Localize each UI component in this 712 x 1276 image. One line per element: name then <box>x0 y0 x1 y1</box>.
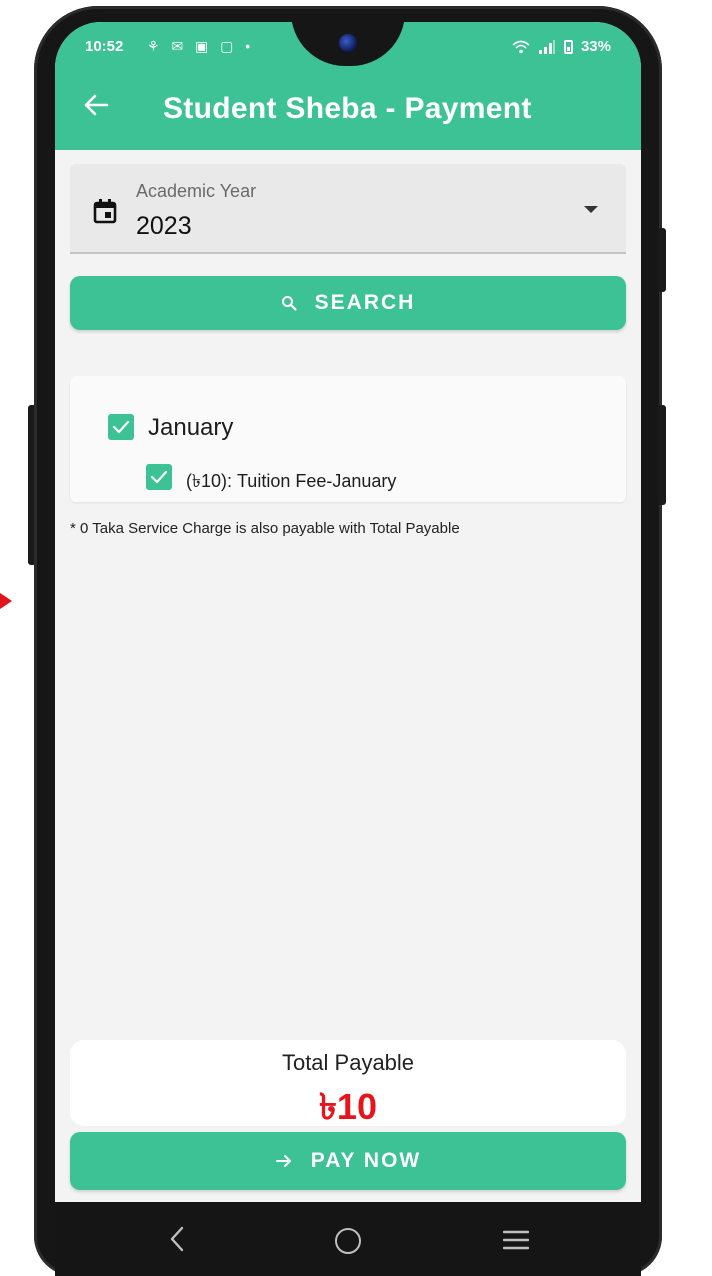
side-button <box>658 405 666 505</box>
calendar-icon <box>93 199 117 224</box>
dropdown-arrow-icon[interactable] <box>584 206 598 213</box>
signal-icon <box>538 39 555 54</box>
search-icon <box>281 296 297 311</box>
search-button-label: SEARCH <box>314 291 416 314</box>
service-charge-note: * 0 Taka Service Charge is also payable … <box>70 520 460 537</box>
system-nav-bar <box>55 1202 641 1276</box>
camera-icon <box>339 34 357 52</box>
notification-icons: ⚘ ✉ ▣ ▢ • <box>147 38 255 54</box>
battery-percent: 33% <box>580 38 611 55</box>
academic-year-select[interactable]: Academic Year 2023 <box>70 164 626 254</box>
fee-item-label: (৳10): Tuition Fee-January <box>186 471 397 491</box>
month-checkbox[interactable] <box>108 414 134 440</box>
app-screen: 10:52 ⚘ ✉ ▣ ▢ • 33% Student Sheba - Paym… <box>55 22 641 1276</box>
nav-back-icon[interactable] <box>165 1222 189 1256</box>
pay-now-label: PAY NOW <box>310 1149 422 1172</box>
power-button <box>658 228 666 292</box>
total-payable-value: ৳10 <box>319 1086 377 1127</box>
academic-year-label: Academic Year <box>136 181 257 201</box>
fee-item-checkbox[interactable] <box>146 464 172 490</box>
nav-recents-icon[interactable] <box>503 1230 529 1250</box>
academic-year-value: 2023 <box>136 212 192 240</box>
search-button[interactable]: SEARCH <box>70 276 626 330</box>
wifi-icon <box>512 40 530 53</box>
month-label: January <box>148 414 234 441</box>
status-right: 33% <box>512 38 611 55</box>
pay-now-button[interactable]: PAY NOW <box>70 1132 626 1190</box>
battery-icon <box>563 39 573 54</box>
page-title: Student Sheba - Payment <box>163 92 532 125</box>
total-payable-card: Total Payable ৳10 <box>70 1040 626 1127</box>
checkmark-icon <box>150 470 168 484</box>
red-arrow-marker <box>0 593 12 609</box>
nav-home-icon[interactable] <box>335 1228 361 1254</box>
fee-list-card: January (৳10): Tuition Fee-January <box>70 376 626 502</box>
app-bar: 10:52 ⚘ ✉ ▣ ▢ • 33% Student Sheba - Paym… <box>55 22 641 150</box>
status-time: 10:52 <box>85 38 124 55</box>
arrow-right-icon <box>275 1155 291 1167</box>
total-payable-label: Total Payable <box>281 1050 415 1075</box>
back-arrow-icon[interactable] <box>83 92 109 123</box>
checkmark-icon <box>112 420 130 434</box>
